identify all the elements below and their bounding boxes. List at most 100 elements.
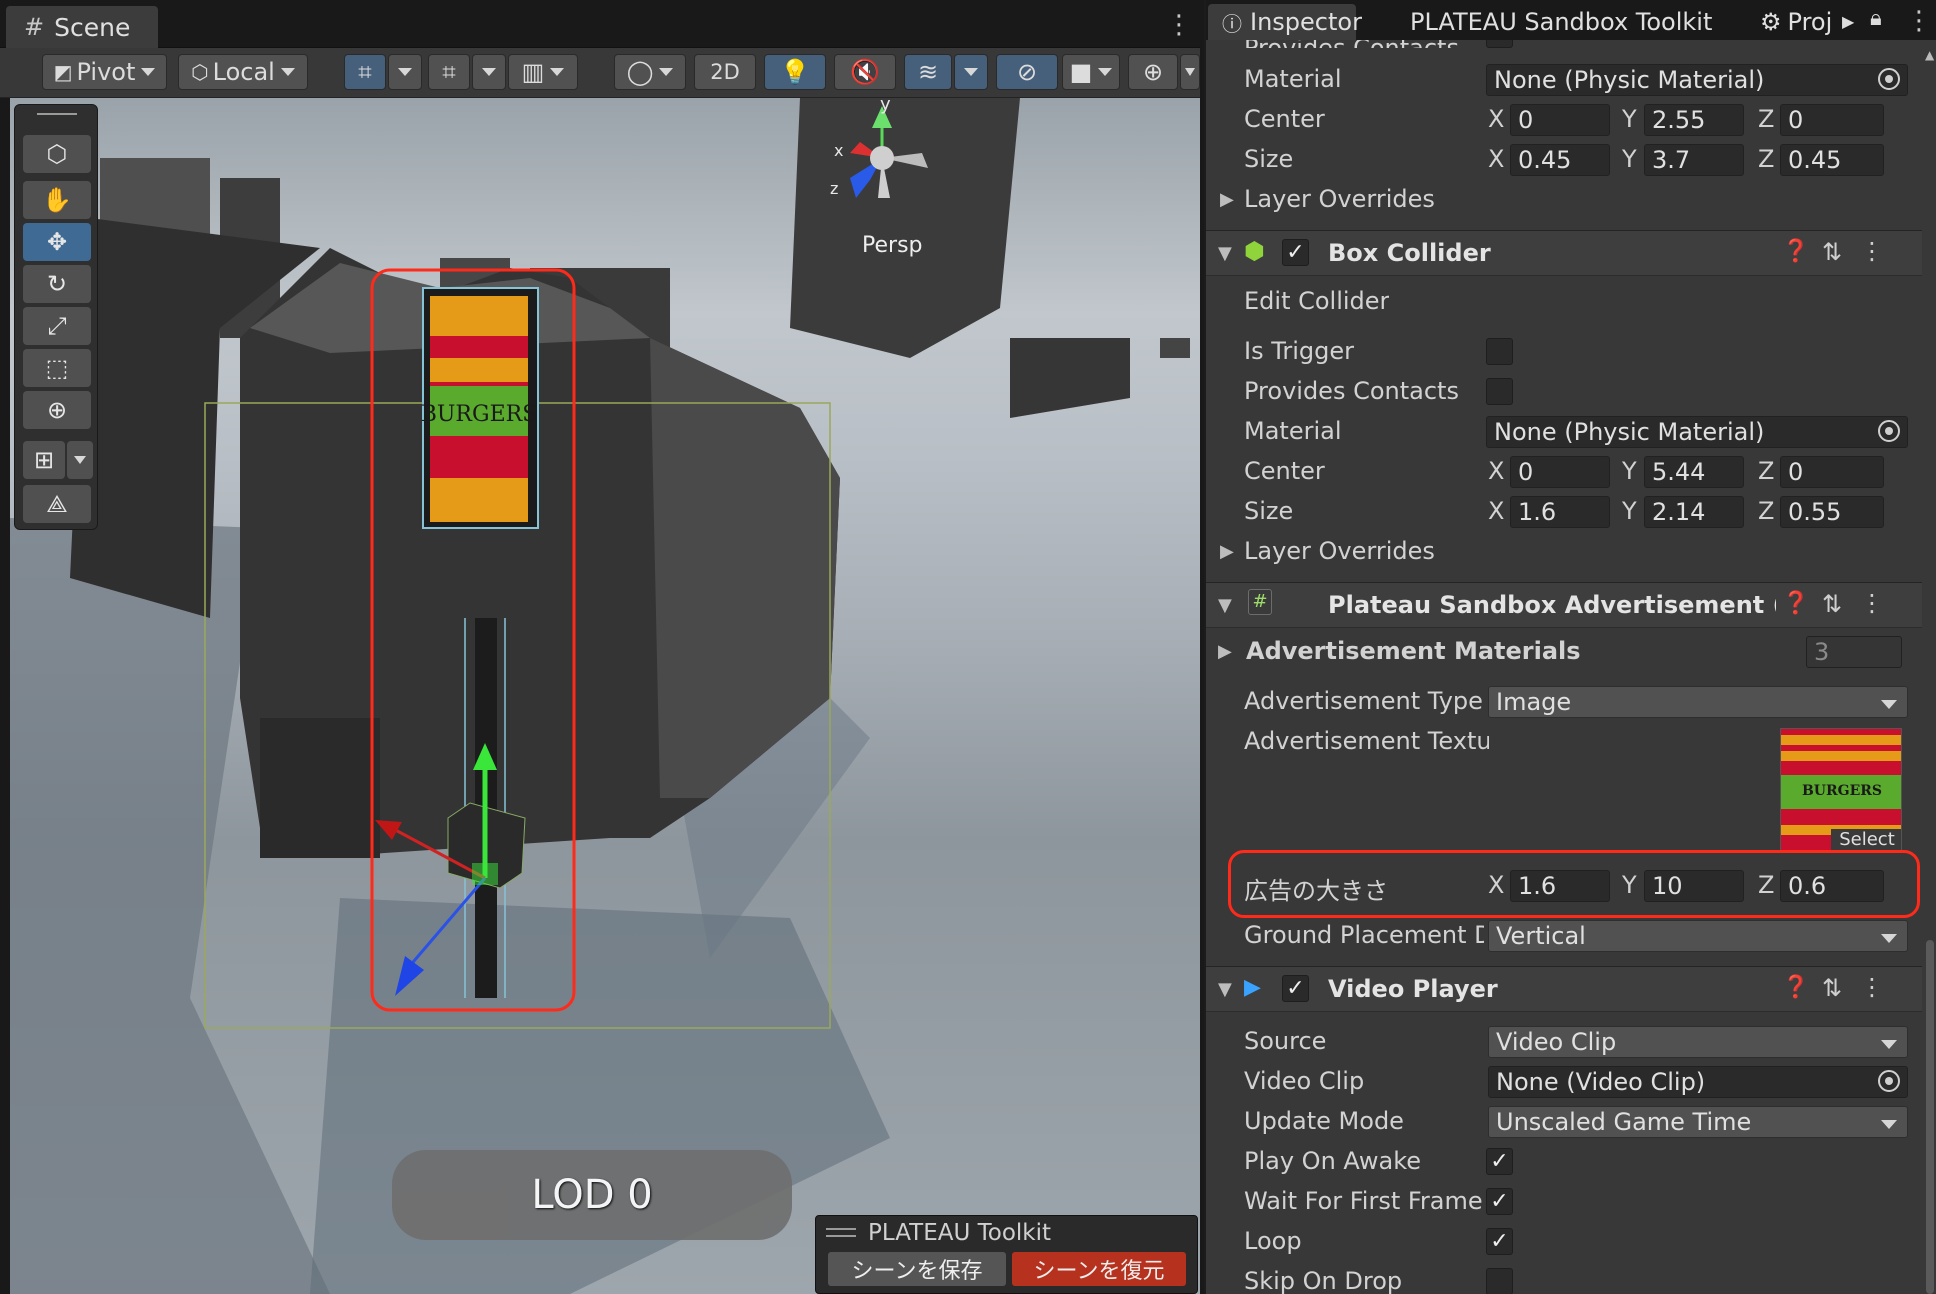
tab-inspector[interactable]: ⓘ Inspector: [1208, 4, 1362, 40]
rotate-tool-button[interactable]: ↻: [23, 265, 91, 303]
foldout-down-icon[interactable]: ▼: [1218, 595, 1232, 616]
draw-mode-dropdown[interactable]: ◯: [614, 54, 686, 90]
grid-snap-toggle[interactable]: ⌗: [344, 54, 386, 90]
scroll-up-icon[interactable]: ▲: [1925, 48, 1934, 62]
object-picker-icon[interactable]: [1878, 420, 1900, 442]
help-icon[interactable]: ❓: [1782, 975, 1809, 1000]
custom-tool-button[interactable]: ⊞: [23, 441, 65, 479]
tab-plateau-toolkit[interactable]: PLATEAU Sandbox Toolkit: [1396, 4, 1726, 40]
foldout-down-icon[interactable]: ▼: [1218, 979, 1232, 1000]
scrollbar-thumb[interactable]: [1926, 940, 1934, 1294]
capsule-material-field[interactable]: None (Physic Material): [1486, 64, 1908, 96]
center-z-field[interactable]: 0: [1780, 456, 1884, 488]
tab-scene[interactable]: # Scene: [6, 6, 158, 48]
visibility-toggle[interactable]: ⊘: [996, 54, 1058, 90]
advertisement-type-dropdown[interactable]: Image: [1488, 686, 1908, 718]
scale-tool-button[interactable]: ⤢: [23, 307, 91, 345]
source-dropdown[interactable]: Video Clip: [1488, 1026, 1908, 1058]
gizmos-toggle[interactable]: ⊕: [1128, 54, 1178, 90]
inspector-scrollbar[interactable]: ▲: [1922, 40, 1936, 1294]
size-z-field[interactable]: 0.55: [1780, 496, 1884, 528]
play-on-awake-checkbox[interactable]: ✓: [1486, 1148, 1513, 1175]
skip-on-drop-checkbox[interactable]: [1486, 1268, 1513, 1294]
audio-toggle[interactable]: 🔇: [834, 54, 896, 90]
center-y-field[interactable]: 5.44: [1644, 456, 1744, 488]
transform-tool-button[interactable]: ⊕: [23, 391, 91, 429]
restore-scene-button[interactable]: シーンを復元: [1012, 1252, 1186, 1286]
increment-snap-menu[interactable]: [472, 54, 506, 90]
advertisement-materials-row[interactable]: ▶ Advertisement Materials 3: [1206, 632, 1922, 672]
tab-project[interactable]: ⚙ Proj: [1746, 4, 1842, 40]
provides-contacts-checkbox[interactable]: [1486, 378, 1513, 405]
ground-placement-dropdown[interactable]: Vertical: [1488, 920, 1908, 952]
texture-select-button[interactable]: Select: [1831, 829, 1901, 851]
update-mode-dropdown[interactable]: Unscaled Game Time: [1488, 1106, 1908, 1138]
lighting-toggle[interactable]: 💡: [764, 54, 826, 90]
effects-toggle[interactable]: ≋: [904, 54, 952, 90]
center-y-field[interactable]: 2.55: [1644, 104, 1744, 136]
box-layer-overrides-row[interactable]: ▶ Layer Overrides: [1206, 532, 1922, 572]
pivot-dropdown[interactable]: ◩ Pivot: [42, 54, 167, 90]
view-tool-button[interactable]: ⬡: [23, 135, 91, 173]
lock-icon[interactable]: 🔒︎: [1870, 6, 1882, 31]
capsule-provides-contacts-checkbox[interactable]: [1486, 40, 1513, 48]
foldout-right-icon[interactable]: ▶: [1220, 541, 1234, 562]
palette-handle[interactable]: [37, 113, 77, 115]
more-menu-icon[interactable]: ⋮: [1166, 12, 1192, 38]
effects-menu[interactable]: [954, 54, 988, 90]
foldout-down-icon[interactable]: ▼: [1218, 243, 1232, 264]
hand-tool-button[interactable]: ✋: [23, 181, 91, 219]
object-picker-icon[interactable]: [1878, 68, 1900, 90]
component-menu-icon[interactable]: ⋮: [1860, 589, 1884, 617]
presets-icon[interactable]: ⇅: [1822, 590, 1842, 618]
size-x-field[interactable]: 0.45: [1510, 144, 1610, 176]
component-menu-icon[interactable]: ⋮: [1860, 237, 1884, 265]
presets-icon[interactable]: ⇅: [1822, 238, 1842, 266]
grid-snap-menu[interactable]: [388, 54, 422, 90]
object-picker-icon[interactable]: [1878, 1070, 1900, 1092]
ruler-icon: ▥: [521, 58, 545, 86]
box-material-field[interactable]: None (Physic Material): [1486, 416, 1908, 448]
foldout-right-icon[interactable]: ▶: [1220, 189, 1234, 210]
size-z-field[interactable]: 0.45: [1780, 144, 1884, 176]
wait-first-frame-checkbox[interactable]: ✓: [1486, 1188, 1513, 1215]
2d-toggle[interactable]: 2D: [694, 54, 756, 90]
custom-tool-menu[interactable]: [67, 441, 93, 479]
tab-scroll-right-icon[interactable]: ▶: [1842, 12, 1854, 31]
rect-tool-button[interactable]: ⬚: [23, 349, 91, 387]
camera-dropdown[interactable]: ■: [1062, 54, 1120, 90]
component-menu-icon[interactable]: ⋮: [1860, 973, 1884, 1001]
overlay-drag-handle[interactable]: [826, 1228, 856, 1237]
save-scene-button[interactable]: シーンを保存: [828, 1252, 1006, 1286]
inspector-menu-icon[interactable]: ⋮: [1906, 8, 1932, 34]
size-x-field[interactable]: 1.6: [1510, 496, 1610, 528]
texture-thumbnail[interactable]: BURGERS Select: [1780, 728, 1902, 852]
materials-count-field[interactable]: 3: [1806, 636, 1902, 668]
capsule-layer-overrides-row[interactable]: ▶ Layer Overrides: [1206, 180, 1922, 220]
box-collider-enabled-checkbox[interactable]: ✓: [1282, 239, 1309, 266]
video-clip-field[interactable]: None (Video Clip): [1488, 1066, 1908, 1098]
local-dropdown[interactable]: ⬡ Local: [178, 54, 308, 90]
video-player-enabled-checkbox[interactable]: ✓: [1282, 975, 1309, 1002]
edit-collider-tool-button[interactable]: ⟁: [23, 485, 91, 523]
center-x-field[interactable]: 0: [1510, 104, 1610, 136]
center-x-field[interactable]: 0: [1510, 456, 1610, 488]
edit-collider-row[interactable]: Edit Collider: [1206, 282, 1922, 322]
gizmos-menu[interactable]: [1180, 54, 1200, 90]
foldout-right-icon[interactable]: ▶: [1218, 641, 1232, 662]
size-y-field[interactable]: 3.7: [1644, 144, 1744, 176]
video-player-header[interactable]: ▼ ▶ ✓ Video Player ❓ ⇅ ⋮: [1206, 966, 1922, 1012]
ruler-dropdown[interactable]: ▥: [508, 54, 578, 90]
is-trigger-checkbox[interactable]: [1486, 338, 1513, 365]
center-z-field[interactable]: 0: [1780, 104, 1884, 136]
size-y-field[interactable]: 2.14: [1644, 496, 1744, 528]
move-tool-button[interactable]: ✥: [23, 223, 91, 261]
box-collider-header[interactable]: ▼ ⬢ ✓ Box Collider ❓ ⇅ ⋮: [1206, 230, 1922, 276]
loop-checkbox[interactable]: ✓: [1486, 1228, 1513, 1255]
presets-icon[interactable]: ⇅: [1822, 974, 1842, 1002]
increment-snap-toggle[interactable]: ⌗: [428, 54, 470, 90]
scene-viewport[interactable]: BURGERS y x z Persp: [10, 98, 1200, 1294]
help-icon[interactable]: ❓: [1782, 239, 1809, 264]
advertisement-header[interactable]: ▼ # Plateau Sandbox Advertisement (Scrip…: [1206, 582, 1922, 628]
help-icon[interactable]: ❓: [1782, 591, 1809, 616]
